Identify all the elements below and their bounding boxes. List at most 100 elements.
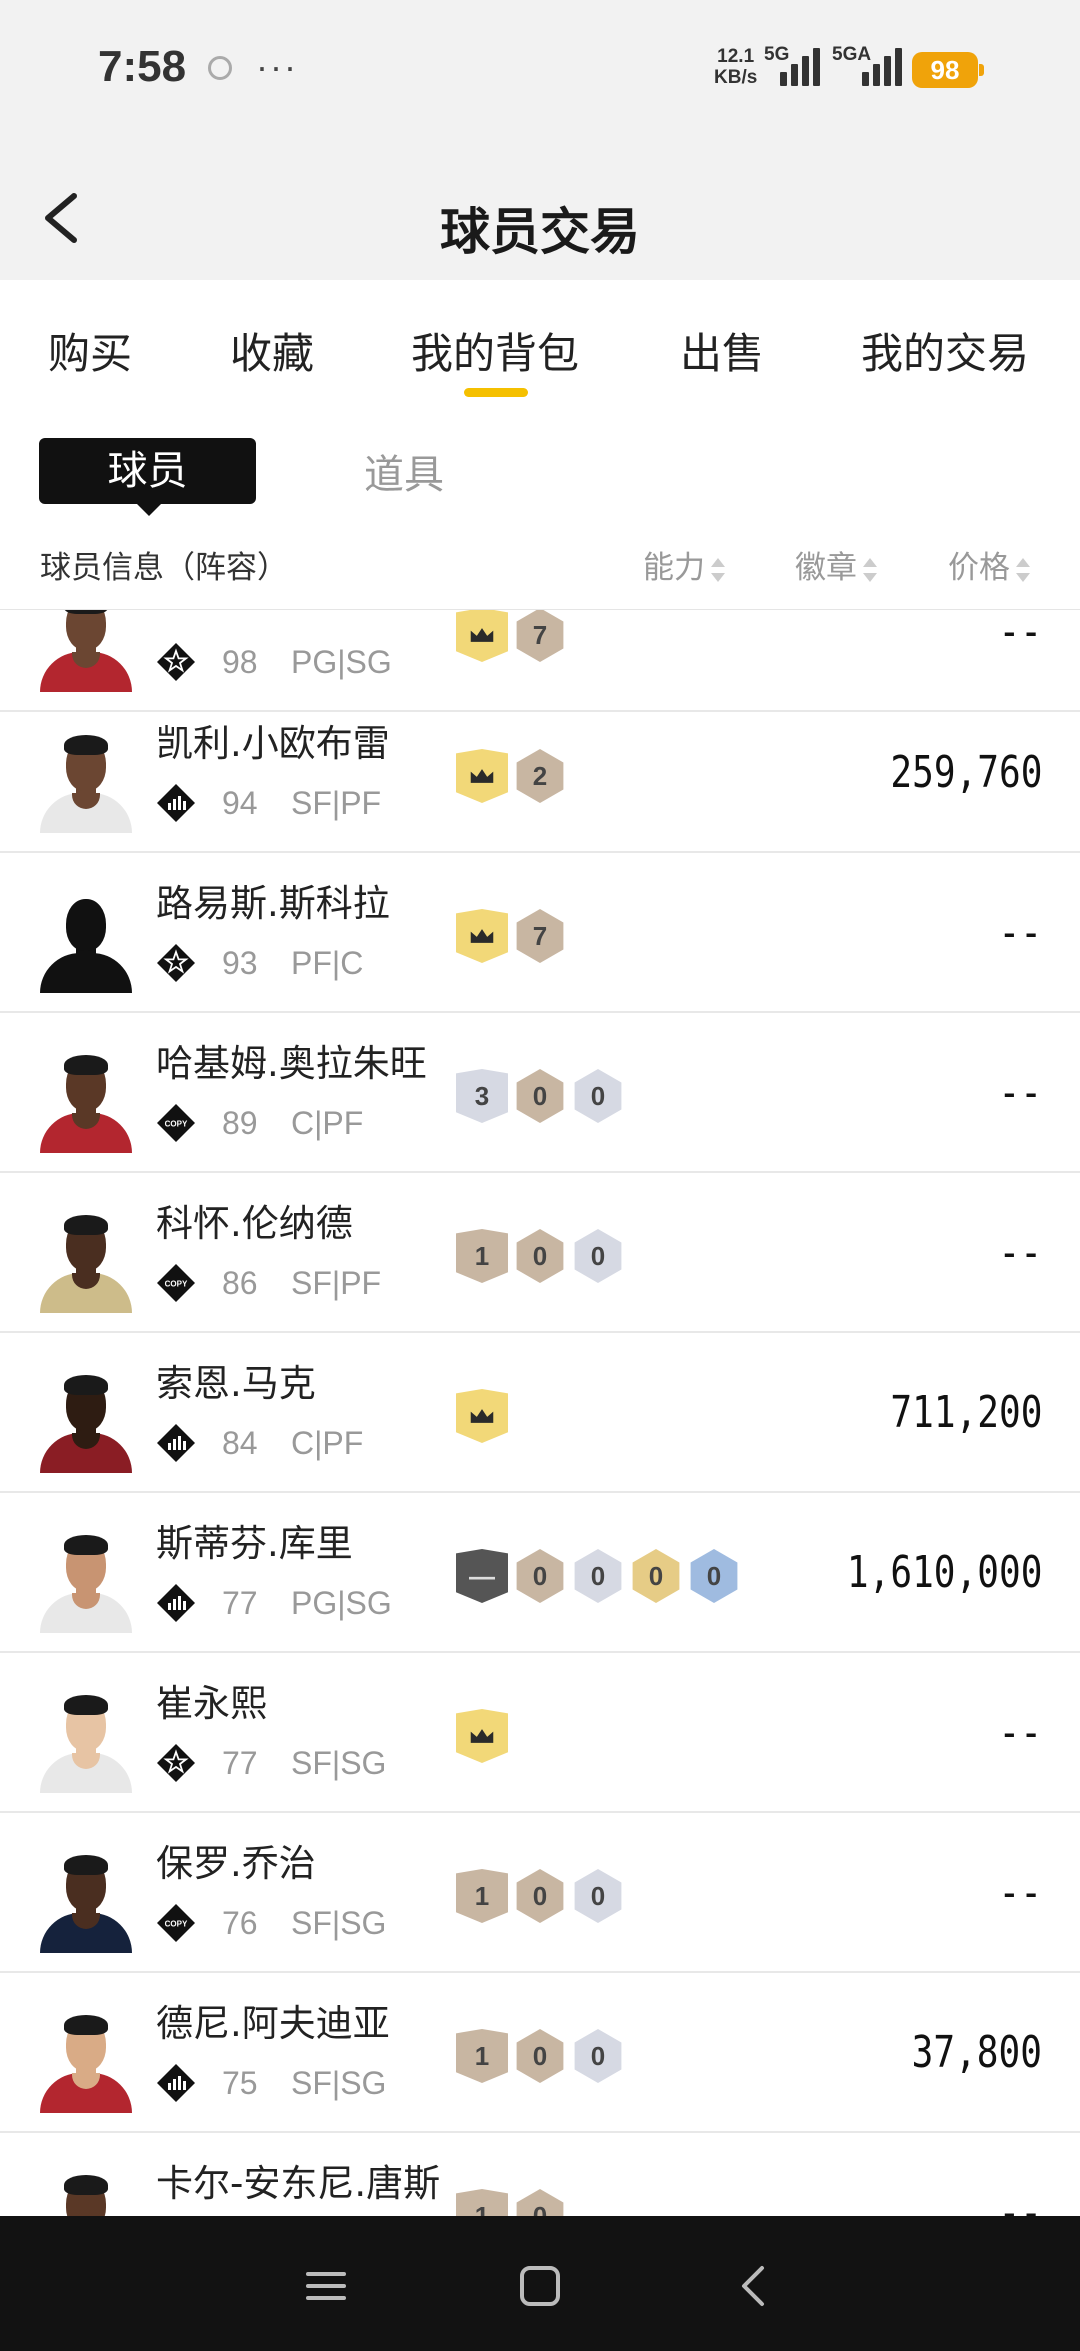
player-row[interactable]: 路易斯.斯科拉 93 PF|C 7 -- [0,853,1080,1013]
player-avatar [36,1373,136,1473]
player-row[interactable]: 索恩.马克 84 C|PF 711,200 [0,1333,1080,1493]
bronze-badge: 2 [516,749,564,803]
subtab-items[interactable]: 道具 [364,442,444,500]
battery-indicator: 98 [912,52,984,88]
player-price: -- [998,1067,1042,1118]
back-nav-icon[interactable] [724,2256,784,2316]
player-position: PG|SG [291,1585,392,1621]
player-rating: 94 [222,785,258,821]
sub-tabs: 球员 道具 [0,410,1080,520]
player-list[interactable]: 98 PG|SG 7 -- 凯利.小欧布雷 94 SF|PF 2 259,760 路易斯.斯科拉 9… [0,610,1080,2216]
sort-arrows-icon [1016,556,1030,584]
page-title: 球员交易 [440,203,640,261]
status-bar: 7:58 ··· 12.1 KB/s 5G 5GA 98 [0,0,1080,140]
silver-badge: 0 [574,1229,622,1283]
signal-icon-2 [862,48,902,86]
player-position: SF|SG [291,1745,387,1781]
player-position: SF|SG [291,1905,387,1941]
player-row[interactable]: 保罗.乔治 COPY 76 SF|SG 1 0 0 -- [0,1813,1080,1973]
signal-icon [780,48,820,86]
silver-badge: 0 [574,1869,622,1923]
player-avatar [36,2173,136,2216]
player-avatar [36,2013,136,2113]
player-row[interactable]: 哈基姆.奥拉朱旺 COPY 89 C|PF 3 0 0 -- [0,1013,1080,1173]
tab-buy[interactable]: 购买 [48,320,132,381]
sort-badge[interactable]: 徽章 [795,542,877,587]
card-type-copy-icon: COPY [156,1263,196,1303]
sort-ability-label: 能力 [643,550,705,586]
tab-my-trades[interactable]: 我的交易 [861,320,1029,381]
menu-icon[interactable] [296,2256,356,2316]
bronze-badge: 0 [516,1549,564,1603]
subtab-players[interactable]: 球员 [39,438,256,516]
player-badges: 2 [456,749,566,803]
player-rating: 75 [222,2065,258,2101]
player-row[interactable]: 凯利.小欧布雷 94 SF|PF 2 259,760 [0,693,1080,853]
card-type-star-icon [156,642,196,682]
player-avatar [36,1213,136,1313]
player-price: -- [998,610,1042,657]
column-headers: 球员信息（阵容） 能力 徽章 价格 [0,520,1080,610]
more-notifications-icon: ··· [256,46,298,87]
player-row[interactable]: 崔永熙 77 SF|SG -- [0,1653,1080,1813]
player-price: -- [998,907,1042,958]
player-position: PG|SG [291,644,392,680]
player-badges: 100 [456,1229,624,1283]
player-avatar [36,1533,136,1633]
player-position: SF|SG [291,2065,387,2101]
tab-my-backpack[interactable]: 我的背包 [411,320,579,381]
player-row[interactable]: 德尼.阿夫迪亚 75 SF|SG 1 0 0 37,800 [0,1973,1080,2133]
player-rating: 84 [222,1425,258,1461]
player-position: PF|C [291,945,364,981]
shield-bronze-badge: 1 [456,1229,508,1283]
player-avatar [36,1693,136,1793]
player-price: -- [998,1227,1042,1278]
network-speed-unit: KB/s [714,67,758,88]
player-rating: 77 [222,1585,258,1621]
player-row[interactable]: 科怀.伦纳德 COPY 86 SF|PF 1 0 0 -- [0,1173,1080,1333]
player-badges: 100 [456,2029,624,2083]
sort-price[interactable]: 价格 [948,542,1030,587]
player-name: 德尼.阿夫迪亚 [156,2002,390,2045]
card-type-bars-icon [156,783,196,823]
sort-ability[interactable]: 能力 [643,542,725,587]
blue-badge: 0 [690,1549,738,1603]
player-position: C|PF [291,1105,364,1141]
card-type-star-icon [156,1743,196,1783]
home-icon[interactable] [510,2256,570,2316]
player-price: -- [998,1867,1042,1918]
player-rating: 86 [222,1265,258,1301]
bronze-badge: 7 [516,909,564,963]
player-row[interactable]: 卡尔-安东尼.唐斯 1 0 -- [0,2133,1080,2216]
player-rating: 98 [222,644,258,680]
tab-sell[interactable]: 出售 [680,320,764,381]
card-type-star-icon [156,943,196,983]
player-name: 崔永熙 [156,1682,267,1725]
sort-arrows-icon [863,556,877,584]
crown-badge-icon [456,610,508,662]
svg-text:COPY: COPY [165,1920,188,1929]
player-badges: 300 [456,1069,624,1123]
tab-favorites[interactable]: 收藏 [230,320,314,381]
svg-text:COPY: COPY [165,1120,188,1129]
player-rating: 89 [222,1105,258,1141]
bronze-badge: 0 [516,2189,564,2216]
network-speed-value: 12.1 [717,46,755,67]
shield-silver-badge: 3 [456,1069,508,1123]
player-price: 711,200 [889,1387,1042,1438]
card-type-bars-icon [156,1423,196,1463]
title-bar: 球员交易 [0,140,1080,280]
sort-arrows-icon [711,556,725,584]
network-speed: 12.1 KB/s [714,46,757,88]
player-position: SF|PF [291,1265,382,1301]
player-avatar [36,1853,136,1953]
player-row[interactable]: 斯蒂芬.库里 77 PG|SG —0 0 0 0 1,610,000 [0,1493,1080,1653]
player-badges [456,1389,508,1443]
gold-badge: 0 [632,1549,680,1603]
crown-badge-icon [456,1389,508,1443]
card-type-bars-icon [156,1583,196,1623]
player-name: 索恩.马克 [156,1362,316,1405]
card-type-copy-icon: COPY [156,1103,196,1143]
player-badges: 100 [456,1869,624,1923]
main-tabs: 购买 收藏 我的背包 出售 我的交易 [0,280,1080,410]
